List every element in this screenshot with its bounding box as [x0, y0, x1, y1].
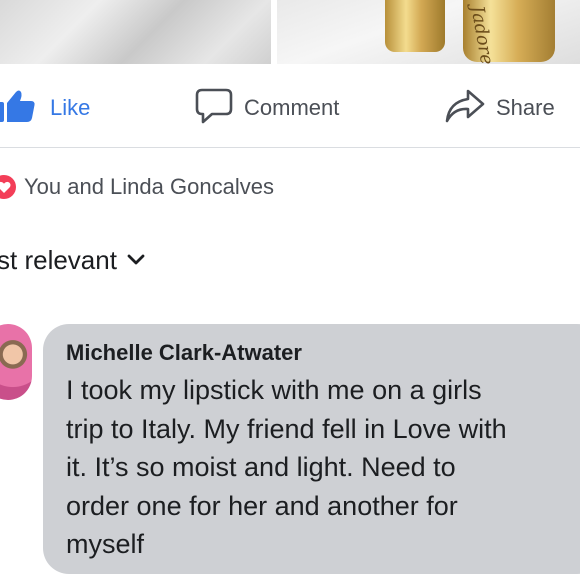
chevron-down-icon — [127, 254, 145, 266]
sort-label: st relevant — [0, 244, 117, 275]
product-photo-left[interactable] — [0, 0, 271, 64]
post-action-bar: Like Comment Share — [0, 80, 580, 136]
post-images: Jadore la — [0, 0, 580, 64]
like-button[interactable]: Like — [0, 80, 90, 136]
thumbs-up-icon — [0, 89, 40, 128]
comment-line: myself — [66, 529, 145, 559]
comment-sort-dropdown[interactable]: st relevant — [0, 242, 145, 278]
comment-button[interactable]: Comment — [194, 80, 339, 136]
heart-icon — [0, 175, 16, 199]
reactions-summary[interactable]: You and Linda Goncalves — [0, 170, 274, 204]
share-arrow-icon — [444, 87, 486, 130]
product-photo-right[interactable]: Jadore la — [277, 0, 580, 64]
share-button[interactable]: Share — [444, 80, 555, 136]
comment-line: order one for her and another for — [66, 490, 458, 521]
comment-bubble-icon — [194, 86, 234, 131]
comment-line: trip to Italy. My friend fell in Love wi… — [66, 413, 507, 444]
comment-line: it. It’s so moist and light. Need to — [66, 452, 456, 482]
lipstick-cap — [385, 0, 445, 52]
comment-text: I took my lipstick with me on a girls tr… — [66, 371, 576, 564]
comment-line: I took my lipstick with me on a girls — [66, 375, 482, 405]
reactions-text: You and Linda Goncalves — [24, 174, 274, 199]
divider — [0, 147, 580, 148]
comment-label: Comment — [244, 95, 340, 120]
like-label: Like — [50, 95, 91, 120]
comment-author[interactable]: Michelle Clark-Atwater — [66, 340, 302, 366]
avatar[interactable] — [0, 324, 32, 400]
share-label: Share — [496, 95, 555, 120]
